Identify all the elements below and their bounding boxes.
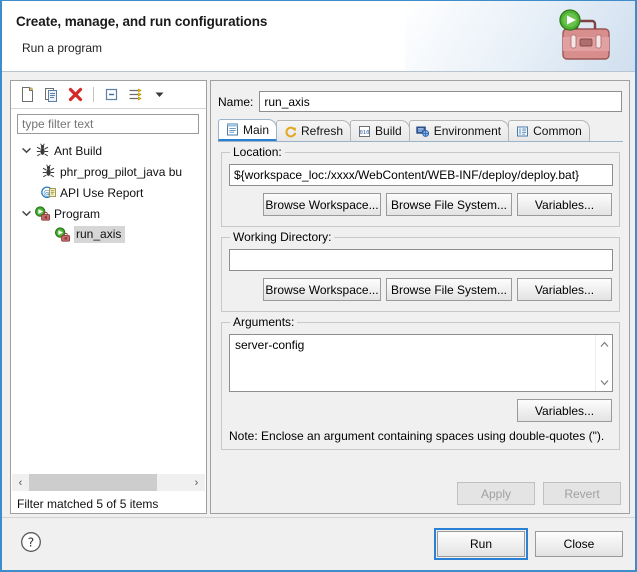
arguments-group: Arguments: server-config Variables... No… <box>221 315 620 450</box>
close-button[interactable]: Close <box>535 531 623 557</box>
configurations-tree[interactable]: Ant Build phr_prog_pilot_java bu @ API U… <box>12 140 205 469</box>
build-tab-icon: 010 <box>357 124 371 138</box>
scroll-right-arrow-icon[interactable]: › <box>188 474 205 491</box>
tab-label: Common <box>533 124 582 138</box>
arguments-vertical-scrollbar[interactable] <box>595 335 612 391</box>
api-use-report-icon: @ <box>40 185 57 201</box>
tab-label: Refresh <box>301 124 344 138</box>
svg-text:010: 010 <box>359 130 369 136</box>
tree-item-label: phr_prog_pilot_java bu <box>60 164 183 179</box>
tab-label: Environment <box>433 124 502 138</box>
duplicate-configuration-icon[interactable] <box>41 84 62 105</box>
common-tab-icon <box>515 124 529 138</box>
tab-common[interactable]: Common <box>508 120 590 141</box>
working-directory-variables-button[interactable]: Variables... <box>517 278 612 301</box>
configuration-editor-panel: Name: Main <box>210 80 630 514</box>
arguments-note: Note: Enclose an argument containing spa… <box>229 429 605 443</box>
location-browse-filesystem-button[interactable]: Browse File System... <box>386 193 512 216</box>
location-browse-workspace-button[interactable]: Browse Workspace... <box>263 193 381 216</box>
ant-icon <box>34 143 51 159</box>
tab-label: Main <box>243 122 270 137</box>
filter-input[interactable] <box>17 114 199 134</box>
scroll-up-arrow-icon[interactable] <box>596 336 612 352</box>
tree-item-label: Ant Build <box>54 143 103 158</box>
view-menu-chevron-icon[interactable] <box>149 84 170 105</box>
tree-item-api-use-report[interactable]: @ API Use Report <box>12 182 205 203</box>
revert-button[interactable]: Revert <box>543 482 621 505</box>
configuration-tabs: Main Refresh 010 Build Environment Commo… <box>218 119 623 142</box>
scrollbar-track[interactable] <box>29 474 188 491</box>
help-question-icon[interactable]: ? <box>20 531 42 553</box>
dialog-footer: ? Run Close <box>2 517 635 570</box>
apply-button[interactable]: Apply <box>457 482 535 505</box>
name-row: Name: <box>218 91 622 112</box>
footer-buttons: Run Close <box>434 528 623 560</box>
location-variables-button[interactable]: Variables... <box>517 193 612 216</box>
working-directory-browse-filesystem-button[interactable]: Browse File System... <box>386 278 512 301</box>
tree-item-label: API Use Report <box>60 185 144 200</box>
working-directory-label: Working Directory: <box>230 230 335 244</box>
apply-revert-buttons: Apply Revert <box>457 482 621 505</box>
location-label: Location: <box>230 145 285 159</box>
run-configurations-dialog: Create, manage, and run configurations R… <box>0 0 637 572</box>
working-directory-browse-workspace-button[interactable]: Browse Workspace... <box>263 278 381 301</box>
working-directory-input[interactable] <box>229 249 613 271</box>
tab-environment[interactable]: Environment <box>408 120 510 141</box>
arguments-label: Arguments: <box>230 315 298 329</box>
name-input[interactable] <box>259 91 622 112</box>
delete-configuration-icon[interactable] <box>65 84 86 105</box>
dialog-header: Create, manage, and run configurations R… <box>2 1 635 72</box>
working-directory-group: Working Directory: Browse Workspace... B… <box>221 230 620 312</box>
chevron-down-icon[interactable] <box>18 206 34 222</box>
page-title: Create, manage, and run configurations <box>16 14 268 29</box>
location-input[interactable] <box>229 164 613 186</box>
main-tab-icon <box>225 123 239 137</box>
tree-item-label-selected: run_axis <box>74 226 126 243</box>
tree-item-ant-build[interactable]: Ant Build <box>12 140 205 161</box>
tree-item-run-axis[interactable]: run_axis <box>12 224 205 245</box>
svg-text:?: ? <box>28 534 35 549</box>
chevron-down-icon[interactable] <box>18 143 34 159</box>
run-button[interactable]: Run <box>434 528 528 560</box>
location-group: Location: Browse Workspace... Browse Fil… <box>221 145 620 227</box>
tree-item-program[interactable]: Program <box>12 203 205 224</box>
tree-horizontal-scrollbar[interactable]: ‹ › <box>12 474 205 491</box>
tab-refresh[interactable]: Refresh <box>276 120 352 141</box>
scrollbar-thumb[interactable] <box>29 474 157 491</box>
name-label: Name: <box>218 94 254 109</box>
filter-status-text: Filter matched 5 of 5 items <box>17 497 159 511</box>
ant-icon <box>40 164 57 180</box>
scroll-down-arrow-icon[interactable] <box>596 374 612 390</box>
tree-item-phr-prog-pilot[interactable]: phr_prog_pilot_java bu <box>12 161 205 182</box>
arguments-value: server-config <box>235 338 305 352</box>
tab-build[interactable]: 010 Build <box>350 120 410 141</box>
tree-item-label: Program <box>54 206 101 221</box>
program-run-icon <box>54 226 71 243</box>
configurations-tree-panel: Ant Build phr_prog_pilot_java bu <box>10 80 207 514</box>
tab-label: Build <box>375 124 402 138</box>
page-subtitle: Run a program <box>22 41 103 55</box>
run-briefcase-icon <box>547 7 619 65</box>
filter-configurations-icon[interactable] <box>125 84 146 105</box>
tab-main[interactable]: Main <box>218 119 278 141</box>
tree-toolbar <box>11 81 206 109</box>
scroll-left-arrow-icon[interactable]: ‹ <box>12 474 29 491</box>
arguments-variables-button[interactable]: Variables... <box>517 399 612 422</box>
program-run-icon <box>34 205 51 222</box>
environment-tab-icon <box>416 124 430 138</box>
collapse-all-icon[interactable] <box>101 84 122 105</box>
refresh-tab-icon <box>283 124 297 138</box>
arguments-textarea[interactable]: server-config <box>229 334 613 392</box>
new-configuration-icon[interactable] <box>17 84 38 105</box>
toolbar-separator <box>93 87 94 102</box>
